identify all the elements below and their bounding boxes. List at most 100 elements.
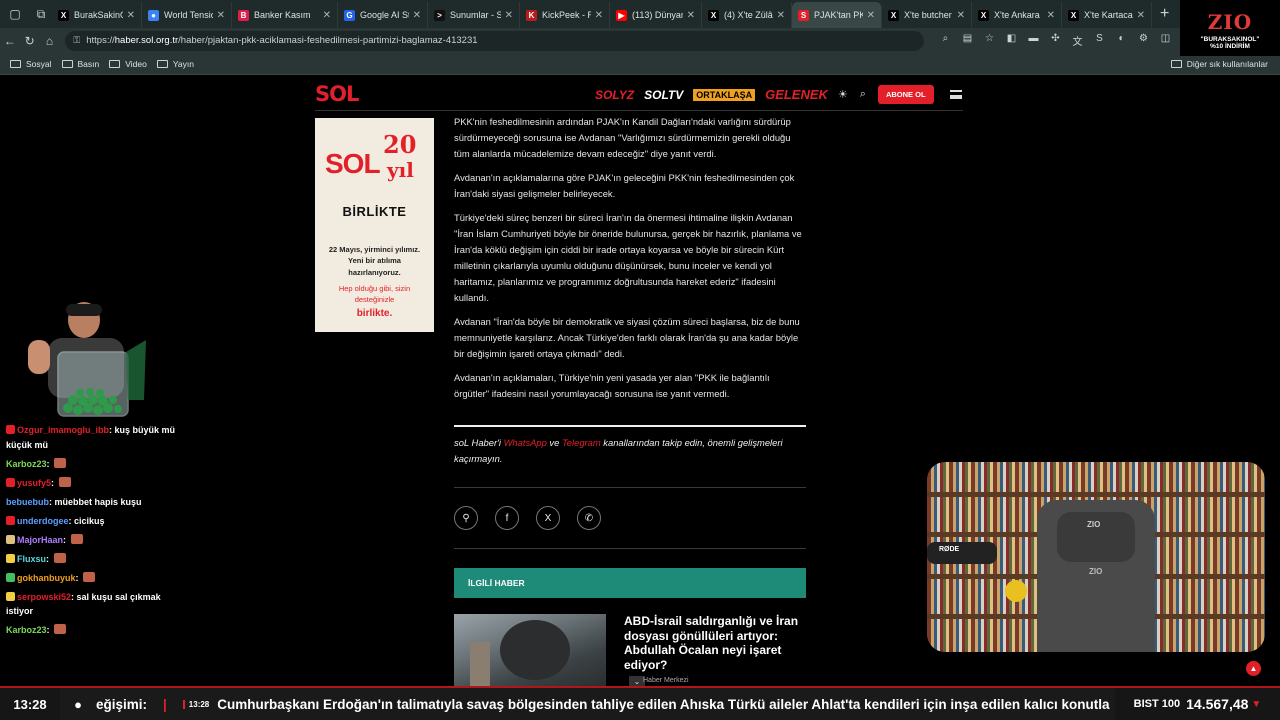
chat-username[interactable]: serpowski52 [17, 592, 71, 602]
browser-tab[interactable]: X X'te Kartacalı ✕ [1062, 2, 1152, 28]
chat-username[interactable]: gokhanbuyuk [17, 573, 76, 583]
chat-text: cicikuş [74, 515, 105, 526]
chat-emote-icon [70, 533, 83, 544]
bookmark-folder[interactable]: Sosyal [10, 59, 52, 69]
ad-date-text: 22 Mayıs, yirminci yılımız. Yeni bir atı… [328, 245, 421, 277]
terminal-icon: > [434, 9, 445, 21]
extension-icon[interactable]: S [1088, 33, 1110, 48]
nav-ortaklasa[interactable]: ORTAKLAŞA [693, 88, 756, 101]
whatsapp-link[interactable]: WhatsApp [504, 437, 547, 448]
extension-icon[interactable]: ◐ [1110, 33, 1132, 48]
nav-soltv[interactable]: SOLTV [644, 88, 683, 102]
extension-icon[interactable]: ✣ [1044, 33, 1066, 48]
workspaces-icon[interactable]: ⧉ [30, 3, 52, 25]
close-tab-icon[interactable]: ✕ [1137, 10, 1145, 21]
x-icon: X [888, 9, 899, 21]
bookmark-folder[interactable]: Basın [61, 59, 99, 69]
bookmark-folder[interactable]: Video [109, 59, 147, 69]
nav-gelenek[interactable]: GELENEK [765, 87, 828, 102]
facebook-icon[interactable]: f [495, 506, 519, 530]
close-tab-icon[interactable]: ✕ [595, 10, 603, 21]
whatsapp-icon[interactable]: ✆ [577, 506, 601, 530]
site-logo[interactable]: SOL [315, 82, 359, 106]
chat-username[interactable]: bebuebub [6, 497, 49, 507]
browser-tab[interactable]: S PJAK'tan PKK ✕ [792, 2, 882, 28]
rubber-duck [1005, 580, 1027, 602]
close-tab-icon[interactable]: ✕ [217, 10, 225, 21]
close-tab-icon[interactable]: ✕ [1047, 10, 1055, 21]
chat-message: Karboz23: [6, 623, 176, 638]
browser-tab[interactable]: > Sunumlar - Sak ✕ [428, 2, 520, 28]
back-icon[interactable]: ← [0, 34, 20, 48]
related-news-image[interactable] [454, 614, 606, 686]
ad-birlikte: BİRLİKTE [342, 204, 407, 219]
reader-icon[interactable]: ▤ [956, 33, 978, 48]
chat-message: Fluxsu: [6, 552, 176, 567]
translate-icon[interactable]: 文 [1066, 33, 1088, 48]
chat-username[interactable]: Karboz23 [6, 459, 47, 469]
address-toolbar: ← ↻ ⌂ ⚿ https://haber.sol.org.tr/haber/p… [0, 28, 1280, 53]
subscribe-button[interactable]: ABONE OL [877, 85, 934, 104]
split-screen-icon[interactable]: ◫ [1154, 33, 1176, 48]
browser-tab[interactable]: ▶ (113) Dünyanın ✕ [610, 2, 702, 28]
new-tab-button[interactable]: + [1160, 5, 1169, 23]
favorite-icon[interactable]: ☆ [978, 33, 1000, 48]
browser-tab[interactable]: ● World Tension ✕ [142, 2, 232, 28]
extensions-icon[interactable]: ⚙ [1132, 33, 1154, 48]
ad-twenty: 20 [383, 130, 417, 159]
scroll-top-button[interactable]: ▲ [1246, 661, 1261, 676]
chat-username[interactable]: Fluxsu [17, 554, 46, 564]
browser-tab[interactable]: X BurakSakinOl ✕ [52, 2, 142, 28]
menu-icon[interactable] [949, 90, 962, 99]
url-bar[interactable]: ⚿ https://haber.sol.org.tr/haber/pjaktan… [65, 30, 925, 51]
zoom-icon[interactable]: ⌕ [934, 33, 956, 48]
microphone [927, 542, 997, 564]
chat-username[interactable]: Ozgur_imamoglu_ibb [17, 425, 109, 435]
sol-icon: S [798, 9, 809, 21]
theme-toggle-icon[interactable]: ☀ [838, 88, 848, 101]
x-share-icon[interactable]: X [536, 506, 560, 530]
ticker-subtime: 13:28 [182, 699, 210, 709]
close-tab-icon[interactable]: ✕ [687, 10, 695, 21]
close-tab-icon[interactable]: ✕ [323, 10, 331, 21]
chat-username[interactable]: MajorHaan [17, 535, 63, 545]
extension-icon[interactable]: ◧ [1000, 33, 1022, 48]
close-tab-icon[interactable]: ✕ [413, 10, 421, 21]
nav-solyz[interactable]: SOLYZ [595, 88, 634, 102]
anniversary-ad[interactable]: SOL 20 yıl BİRLİKTE 22 Mayıs, yirminci y… [315, 118, 434, 332]
browser-tab[interactable]: X X'te Ankara B ✕ [972, 2, 1062, 28]
ticker-lead: eğişimi: [96, 696, 148, 712]
chat-username[interactable]: underdogee [17, 516, 69, 526]
browser-tab[interactable]: K KickPeek - Rea ✕ [520, 2, 610, 28]
close-tab-icon[interactable]: ✕ [127, 10, 135, 21]
ad-sol-logo: SOL [325, 148, 381, 179]
browser-tab[interactable]: X X'te butcher ✕ [882, 2, 972, 28]
extension-icon[interactable]: ▬ [1022, 33, 1044, 48]
other-favorites[interactable]: Diğer sık kullanılanlar [1170, 53, 1268, 75]
browser-tab[interactable]: B Banker Kasım ✕ [232, 2, 338, 28]
browser-tab[interactable]: G Google AI Stud ✕ [338, 2, 428, 28]
tab-label: X'te Kartacalı [1084, 10, 1133, 20]
bookmark-folder[interactable]: Yayın [156, 59, 194, 69]
reload-icon[interactable]: ↻ [20, 34, 40, 48]
site-info-icon[interactable]: ⚿ [73, 35, 80, 46]
close-tab-icon[interactable]: ✕ [777, 10, 785, 21]
browser-tab[interactable]: X (4) X'te Zülâl ✕ [702, 2, 792, 28]
telegram-link[interactable]: Telegram [562, 437, 601, 448]
close-tab-icon[interactable]: ✕ [867, 10, 875, 21]
chat-username[interactable]: Karboz23 [6, 625, 47, 635]
close-tab-icon[interactable]: ✕ [505, 10, 513, 21]
copy-link-icon[interactable]: ⚲ [454, 506, 478, 530]
window-menu-icon[interactable]: ▢ [4, 3, 26, 25]
chat-badge-icon [6, 515, 15, 525]
article-divider [454, 425, 806, 427]
related-news-title[interactable]: ABD-İsrail saldırganlığı ve İran dosyası… [624, 614, 804, 672]
globe-icon: ● [148, 9, 159, 21]
home-icon[interactable]: ⌂ [40, 34, 60, 48]
google-ai-icon: G [344, 9, 355, 21]
chat-badge-icon [6, 477, 15, 487]
close-tab-icon[interactable]: ✕ [957, 10, 965, 21]
mic-brand-label: RØDE [939, 546, 960, 553]
chat-username[interactable]: yusufy5 [17, 478, 51, 488]
search-icon[interactable]: ⌕ [860, 88, 866, 101]
